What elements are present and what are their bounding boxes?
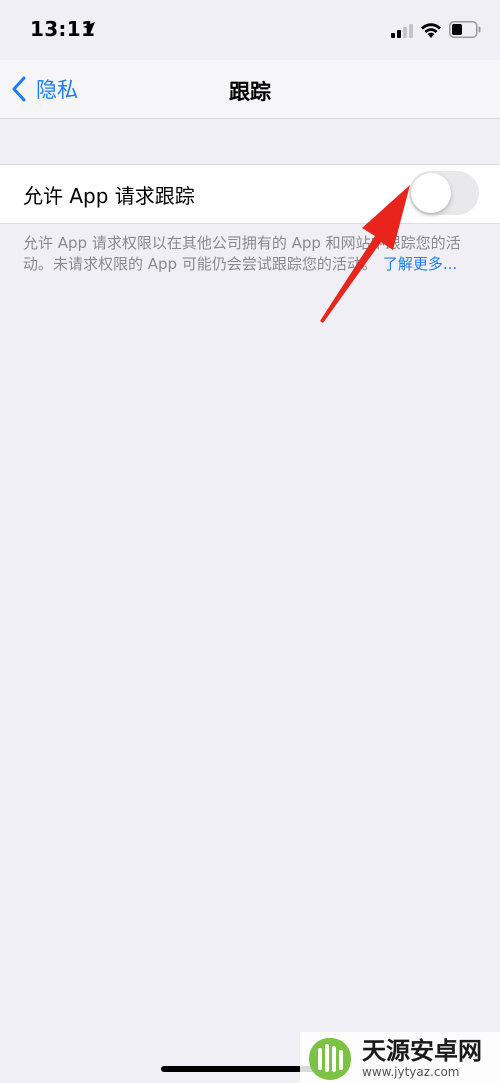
watermark-url: www.jytyaz.com xyxy=(362,1064,460,1079)
page-title: 跟踪 xyxy=(229,80,271,104)
allow-tracking-toggle[interactable] xyxy=(409,171,479,215)
wifi-icon xyxy=(421,23,441,38)
cellular-signal-icon xyxy=(391,24,413,38)
allow-tracking-label: 允许 App 请求跟踪 xyxy=(23,184,195,208)
red-arrow-annotation-icon xyxy=(320,185,410,323)
watermark: 天源安卓网 www.jytyaz.com xyxy=(300,1032,500,1083)
navigation-bar: 隐私 跟踪 xyxy=(0,60,500,119)
android-logo-icon xyxy=(308,1037,352,1080)
watermark-title: 天源安卓网 xyxy=(362,1036,482,1065)
toggle-knob xyxy=(411,173,451,213)
location-arrow-icon xyxy=(83,22,95,34)
watermark-text: 天源安卓网 www.jytyaz.com xyxy=(362,1037,482,1079)
battery-icon xyxy=(449,21,481,38)
status-bar: 13:11 xyxy=(0,0,500,60)
